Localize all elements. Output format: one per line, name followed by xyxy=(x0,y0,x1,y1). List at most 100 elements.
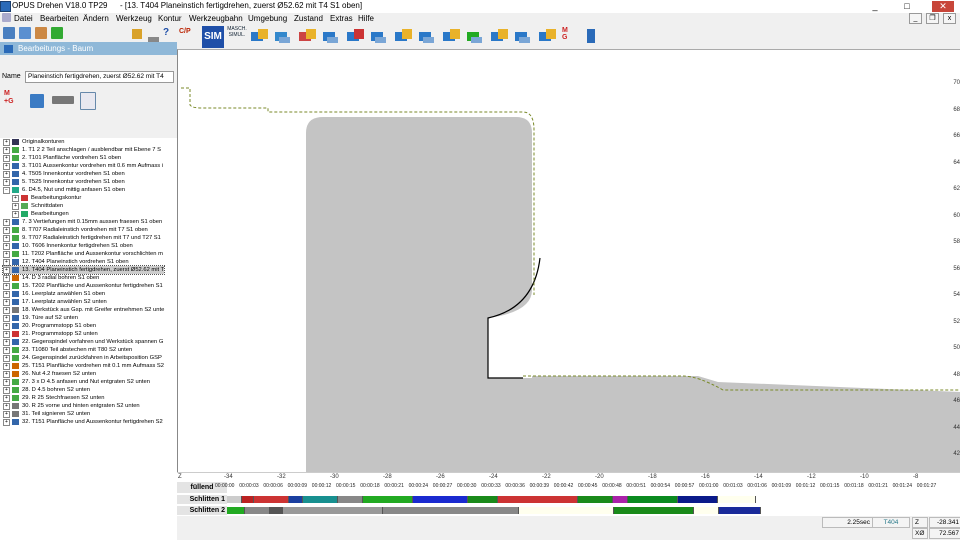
tree-item[interactable]: +20. Programmstopp S1 oben xyxy=(3,322,96,330)
expand-toggle-icon[interactable]: + xyxy=(3,314,10,322)
transfer-icon[interactable] xyxy=(514,27,534,46)
expand-toggle-icon[interactable]: + xyxy=(3,258,10,266)
cp-button[interactable]: C/P xyxy=(179,28,199,46)
expand-toggle-icon[interactable]: + xyxy=(3,250,10,258)
link-icon[interactable] xyxy=(52,96,74,104)
name-input[interactable]: Planeinstich fertigdrehen, zuerst Ø52.62… xyxy=(25,71,174,83)
tree-item[interactable]: + Bearbeitungskontur xyxy=(12,194,81,202)
tree-item[interactable]: +11. T202 Planfläche und Aussenkontur vo… xyxy=(3,250,163,258)
threading-icon[interactable] xyxy=(394,27,414,46)
close-button[interactable]: ✕ xyxy=(932,1,954,12)
tree-item[interactable]: +21. Programmstopp S2 unten xyxy=(3,330,98,338)
tree-item[interactable]: +10. T606 Innenkontur fertigdrehen S1 ob… xyxy=(3,242,133,250)
menu-zustand[interactable]: Zustand xyxy=(294,14,323,23)
tree-item[interactable]: +30. R 25 vorne und hinten entgraten S2 … xyxy=(3,402,140,410)
simulation-view[interactable] xyxy=(177,49,960,483)
expand-toggle-icon[interactable]: + xyxy=(3,402,10,410)
gripper-icon[interactable] xyxy=(490,27,510,46)
tree-item[interactable]: +29. R 25 Stechfraesen S2 unten xyxy=(3,394,105,402)
m-g-icon[interactable]: M +G xyxy=(4,90,14,106)
copy-icon[interactable] xyxy=(80,92,96,110)
expand-toggle-icon[interactable]: + xyxy=(3,282,10,290)
expand-toggle-icon[interactable]: + xyxy=(3,370,10,378)
menu-extras[interactable]: Extras xyxy=(330,14,353,23)
expand-toggle-icon[interactable]: + xyxy=(3,234,10,242)
tree-item[interactable]: +9. T707 Radialeinstich fertigdrehen mit… xyxy=(3,234,161,242)
menu-datei[interactable]: Datei xyxy=(14,14,33,23)
expand-toggle-icon[interactable]: + xyxy=(3,178,10,186)
menu-aendern[interactable]: Ändern xyxy=(83,14,109,23)
expand-toggle-icon[interactable]: + xyxy=(3,418,10,426)
tree-item[interactable]: +2. T101 Planfläche vordrehen S1 oben xyxy=(3,154,121,162)
expand-toggle-icon[interactable]: + xyxy=(3,346,10,354)
milling-icon[interactable] xyxy=(418,27,438,46)
expand-toggle-icon[interactable]: + xyxy=(3,226,10,234)
expand-toggle-icon[interactable]: + xyxy=(3,330,10,338)
tree-item[interactable]: +22. Gegenspindel vorfahren und Werkstüc… xyxy=(3,338,163,346)
facing-icon[interactable] xyxy=(322,27,342,46)
tree-view-icon[interactable] xyxy=(3,27,15,39)
tree-item[interactable]: +23. T1080 Teil abstechen mit T80 S2 unt… xyxy=(3,346,132,354)
grooving-icon[interactable] xyxy=(298,27,318,46)
machine-simulation-button[interactable]: MASCH. SIMUL. xyxy=(226,26,248,48)
tree-item[interactable]: +4. T505 Innenkontur vordrehen S1 oben xyxy=(3,170,125,178)
tree-item[interactable]: +25. T151 Planfläche vordrehen mit 0.1 m… xyxy=(3,362,164,370)
expand-toggle-icon[interactable]: + xyxy=(3,354,10,362)
tree-item[interactable]: +28. D 4.5 bohren S2 unten xyxy=(3,386,90,394)
boring-icon[interactable] xyxy=(370,27,390,46)
turning-icon[interactable] xyxy=(250,27,270,46)
tree-item[interactable]: +19. Türe auf S2 unten xyxy=(3,314,78,322)
tree-item[interactable]: +32. T151 Planfläche und Aussenkontur fe… xyxy=(3,418,163,426)
maximize-button[interactable]: □ xyxy=(900,1,914,12)
contour-icon[interactable] xyxy=(274,27,294,46)
tree-item[interactable]: +16. Leerplatz anwählen S1 oben xyxy=(3,290,105,298)
expand-toggle-icon[interactable]: + xyxy=(3,170,10,178)
tree-item[interactable]: +5. T525 Innenkontur vordrehen S1 oben xyxy=(3,178,125,186)
expand-toggle-icon[interactable]: + xyxy=(12,210,19,218)
expand-toggle-icon[interactable]: + xyxy=(3,306,10,314)
tree-item[interactable]: +18. Werkstück aus Gsp. mit Greifer entn… xyxy=(3,306,164,314)
expand-toggle-icon[interactable]: + xyxy=(3,362,10,370)
tree-item[interactable]: +1. T1 2 2 Teil anschlagen / ausblendbar… xyxy=(3,146,161,154)
app-icon[interactable] xyxy=(0,1,11,12)
menu-hilfe[interactable]: Hilfe xyxy=(358,14,374,23)
menu-umgebung[interactable]: Umgebung xyxy=(248,14,287,23)
tree-item[interactable]: + Originalkonturen xyxy=(3,138,65,146)
tree-item[interactable]: +17. Leerplatz anwählen S2 unten xyxy=(3,298,107,306)
minimize-button[interactable]: _ xyxy=(868,1,882,12)
expand-toggle-icon[interactable]: + xyxy=(3,410,10,418)
mdi-restore-button[interactable]: ❐ xyxy=(926,13,939,24)
expand-toggle-icon[interactable]: + xyxy=(3,338,10,346)
delete-icon[interactable] xyxy=(30,94,44,108)
menu-bearbeiten[interactable]: Bearbeiten xyxy=(40,14,79,23)
tree-item[interactable]: − 6. D4.5, Nut und mittig anfasen S1 oben xyxy=(3,186,125,194)
tools-icon[interactable] xyxy=(35,27,47,39)
expand-toggle-icon[interactable]: + xyxy=(3,138,10,146)
m-function-icon[interactable]: MG xyxy=(562,27,582,46)
expand-toggle-icon[interactable]: + xyxy=(3,290,10,298)
menu-werkzeug[interactable]: Werkzeug xyxy=(116,14,152,23)
expand-toggle-icon[interactable]: + xyxy=(3,162,10,170)
expand-toggle-icon[interactable]: + xyxy=(3,394,10,402)
tree-item[interactable]: + Schnittdaten xyxy=(12,202,63,210)
menu-kontur[interactable]: Kontur xyxy=(158,14,182,23)
expand-toggle-icon[interactable]: + xyxy=(12,202,19,210)
expand-toggle-icon[interactable]: + xyxy=(3,218,10,226)
tree-item[interactable]: +15. T202 Planfläche und Aussenkontur fe… xyxy=(3,282,163,290)
expand-toggle-icon[interactable]: − xyxy=(3,186,10,194)
expand-toggle-icon[interactable]: + xyxy=(3,274,10,282)
exit-icon[interactable] xyxy=(586,27,606,46)
tree-item[interactable]: +27. 3 x D 4.5 anfasen und Nut entgraten… xyxy=(3,378,150,386)
tree-item[interactable]: +26. Nut 4.2 fraesen S2 unten xyxy=(3,370,96,378)
expand-toggle-icon[interactable]: + xyxy=(3,266,10,274)
menu-werkzeugbahn[interactable]: Werkzeugbahn xyxy=(189,14,243,23)
expand-toggle-icon[interactable]: + xyxy=(3,298,10,306)
list-view-icon[interactable] xyxy=(19,27,31,39)
expand-toggle-icon[interactable]: + xyxy=(3,386,10,394)
tree-item[interactable]: +31. Teil signieren S2 unten xyxy=(3,410,90,418)
sim-button[interactable]: SIM xyxy=(202,26,224,48)
expand-toggle-icon[interactable]: + xyxy=(3,242,10,250)
tree-item[interactable]: +14. D 3 radial bohren S1 oben xyxy=(3,274,99,282)
tree-item[interactable]: +24. Gegenspindel zurückfahren in Arbeit… xyxy=(3,354,162,362)
spindle-icon[interactable] xyxy=(466,27,486,46)
